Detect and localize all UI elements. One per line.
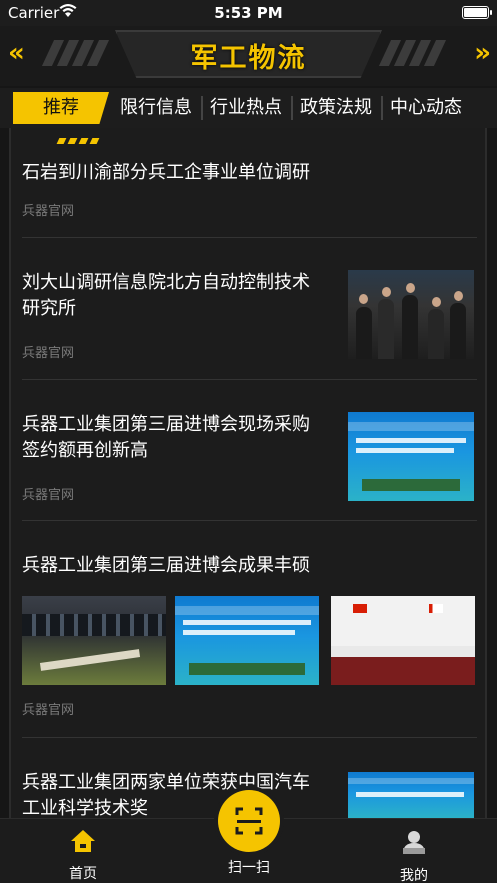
accent-marker: [56, 138, 102, 144]
news-thumbnail[interactable]: [348, 772, 474, 818]
back-chevron-icon[interactable]: «: [8, 38, 36, 68]
tab-center-news[interactable]: 中心动态: [383, 92, 469, 124]
user-icon: [403, 831, 425, 854]
scan-label[interactable]: 扫一扫: [203, 857, 295, 877]
tab-traffic-restriction[interactable]: 限行信息: [113, 92, 199, 124]
header-stripes-left: [41, 40, 110, 66]
news-meta: 兵器官网: [22, 699, 477, 719]
news-source: 兵器官网: [22, 346, 75, 361]
home-icon: [71, 830, 95, 852]
app-header: « 军工物流 »: [0, 26, 497, 86]
news-thumbnail[interactable]: [348, 412, 474, 501]
news-thumbnail[interactable]: [331, 596, 475, 685]
header-stripes-right: [378, 40, 447, 66]
news-headline: 石岩到川渝部分兵工企事业单位调研: [22, 162, 310, 183]
divider: [22, 379, 477, 380]
divider: [22, 520, 477, 521]
clock: 5:53 PM: [214, 4, 283, 22]
divider: [22, 237, 477, 238]
news-source: 兵器官网: [22, 703, 75, 718]
scan-button[interactable]: [218, 790, 280, 852]
nav-profile[interactable]: 我的: [369, 829, 459, 883]
news-item[interactable]: 石岩到川渝部分兵工企事业单位调研 兵器官网: [22, 160, 477, 230]
news-headline: 兵器工业集团第三届进博会现场采购签约额再创新高: [22, 414, 310, 461]
nav-home[interactable]: 首页: [38, 829, 128, 883]
news-headline: 刘大山调研信息院北方自动控制技术研究所: [22, 272, 310, 319]
tab-recommend[interactable]: 推荐: [13, 92, 109, 124]
tab-industry-hotspots[interactable]: 行业热点: [203, 92, 289, 124]
nav-home-label: 首页: [69, 866, 97, 882]
news-headline: 兵器工业集团第三届进博会成果丰硕: [22, 555, 310, 576]
news-thumbnail[interactable]: [348, 270, 474, 359]
news-thumbnail[interactable]: [22, 596, 166, 685]
divider: [22, 737, 477, 738]
news-source: 兵器官网: [22, 488, 75, 503]
news-thumbnail[interactable]: [175, 596, 319, 685]
forward-chevron-icon[interactable]: »: [459, 38, 491, 68]
nav-profile-label: 我的: [400, 868, 428, 883]
battery-icon: [462, 6, 492, 19]
scan-icon: [235, 807, 263, 835]
news-source: 兵器官网: [22, 204, 75, 219]
category-tabs: 推荐 限行信息 行业热点 政策法规 中心动态: [0, 88, 497, 128]
news-item[interactable]: 兵器工业集团第三届进博会成果丰硕: [22, 553, 477, 583]
status-bar: Carrier 5:53 PM: [0, 0, 497, 26]
page-title: 军工物流: [190, 43, 307, 74]
tab-policies[interactable]: 政策法规: [293, 92, 379, 124]
